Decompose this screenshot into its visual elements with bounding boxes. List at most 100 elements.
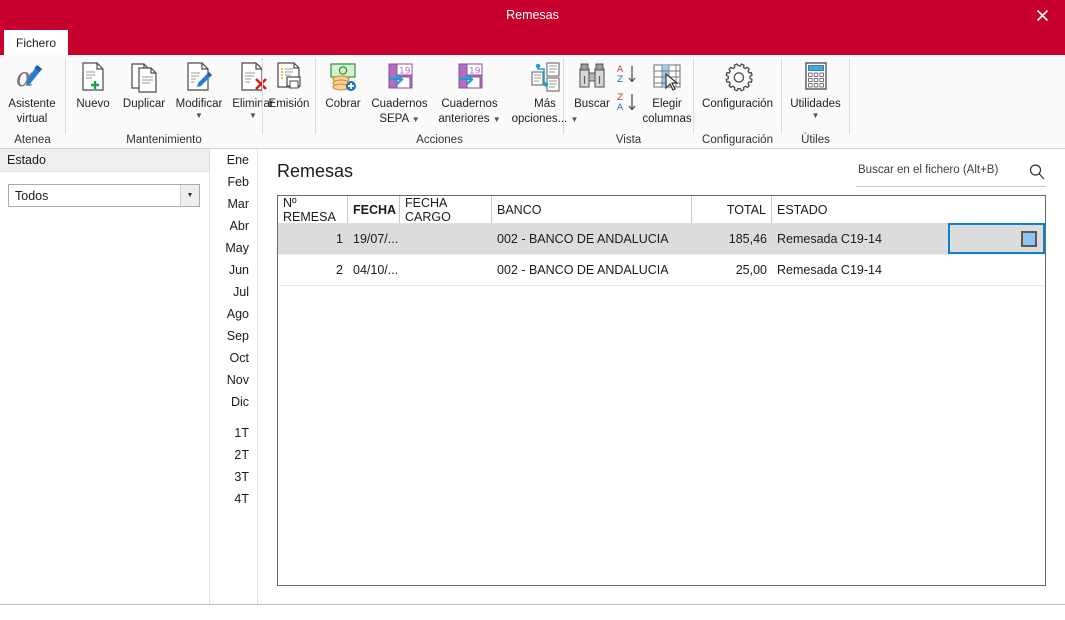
period-month-oct[interactable]: Oct xyxy=(210,351,249,365)
period-filter-column: Ene Feb Mar Abr May Jun Jul Ago Sep Oct Nov Dic 1T 2T… xyxy=(210,149,258,604)
title-bar: Remesas xyxy=(0,0,1065,30)
ribbon-button-buscar[interactable]: Buscar xyxy=(568,58,616,111)
search-box[interactable]: Buscar en el fichero (Alt+B) xyxy=(856,162,1046,187)
row-action-button[interactable] xyxy=(1021,230,1037,247)
table-header-fecha[interactable]: FECHA xyxy=(348,196,400,223)
table-row[interactable]: 1 19/07/... 002 - BANCO DE ANDALUCIA 185,46… xyxy=(278,223,1045,255)
ribbon-group-atenea-label: Atenea xyxy=(14,134,51,146)
table-header-estado[interactable]: ESTADO xyxy=(772,196,1045,223)
ribbon-button-nuevo[interactable]: Nuevo xyxy=(69,58,117,111)
table-cell-banco[interactable]: 002 - BANCO DE ANDALUCIA xyxy=(492,254,692,285)
period-month-may[interactable]: May xyxy=(210,241,249,255)
ribbon-button-cuadernos-anteriores-label: Cuadernos xyxy=(441,98,498,110)
ribbon-button-utilidades[interactable]: Utilidades ▼ xyxy=(782,58,849,120)
ribbon-group-atenea: α Asistente virtual Atenea xyxy=(0,55,66,148)
table-cell-fecha_cargo[interactable] xyxy=(400,223,492,254)
ribbon-group-acciones-label: Acciones xyxy=(416,134,463,146)
table-cell-banco[interactable]: 002 - BANCO DE ANDALUCIA xyxy=(492,223,692,254)
table-cell-total[interactable]: 185,46 xyxy=(692,223,772,254)
chevron-down-icon[interactable]: ▼ xyxy=(171,111,227,120)
table-row[interactable]: 2 04/10/... 002 - BANCO DE ANDALUCIA 25,00 R… xyxy=(278,254,1045,286)
table-header-total[interactable]: TOTAL xyxy=(692,196,772,223)
table-header-fecha_cargo[interactable]: FECHA CARGO xyxy=(400,195,492,224)
ribbon-button-asistente-virtual-label2: virtual xyxy=(16,113,48,125)
period-month-ene[interactable]: Ene xyxy=(210,153,249,167)
table-header-banco[interactable]: BANCO xyxy=(492,196,692,223)
ribbon-group-mantenimiento: Nuevo Duplicar Modificar ▼ Eliminar ▼ Ma… xyxy=(66,55,274,148)
period-month-dic[interactable]: Dic xyxy=(210,395,249,409)
table-cell-fecha[interactable]: 19/07/... xyxy=(348,223,400,254)
ribbon-button-duplicar[interactable]: Duplicar xyxy=(117,58,171,111)
ribbon-button-elegir-columnas[interactable]: Elegir columnas xyxy=(639,58,695,126)
ribbon-button-emision[interactable]: Emisión xyxy=(263,58,315,111)
period-month-feb[interactable]: Feb xyxy=(210,175,249,189)
left-panel-header-label: Estado xyxy=(7,153,46,167)
table-cell-num[interactable]: 2 xyxy=(278,254,348,285)
close-window-button[interactable] xyxy=(1019,0,1065,30)
chevron-down-icon[interactable]: ▼ xyxy=(180,185,199,206)
svg-text:Z: Z xyxy=(617,75,623,85)
ribbon-group-utiles-label: Útiles xyxy=(801,134,830,146)
ribbon-button-elegir-columnas-label: Elegir xyxy=(652,98,682,110)
table-cell-total[interactable]: 25,00 xyxy=(692,254,772,285)
period-quarter-3t[interactable]: 3T xyxy=(210,470,249,484)
period-month-mar[interactable]: Mar xyxy=(210,197,249,211)
ribbon-tab-strip: Fichero xyxy=(0,30,1065,55)
ribbon-button-elegir-columnas-label2: columnas xyxy=(642,113,692,125)
table-header-fecha_cargo-label: FECHA CARGO xyxy=(405,195,451,224)
anteriores-text: anteriores xyxy=(438,113,490,125)
table-cell-fecha[interactable]: 04/10/... xyxy=(348,254,400,285)
ribbon-button-cuadernos-anteriores-label2: anteriores ▼ xyxy=(432,111,507,126)
ribbon-button-sort-az[interactable]: A Z xyxy=(616,63,638,85)
period-month-ago[interactable]: Ago xyxy=(210,307,249,321)
ribbon-button-modificar[interactable]: Modificar ▼ xyxy=(171,58,227,120)
document-plus-icon xyxy=(69,58,117,96)
chevron-down-icon[interactable]: ▼ xyxy=(782,111,849,120)
period-quarter-1t[interactable]: 1T xyxy=(210,426,249,440)
ribbon-button-emision-label: Emisión xyxy=(268,98,310,110)
main-content: Remesas Buscar en el fichero (Alt+B) Nº … xyxy=(258,149,1065,604)
ribbon-group-acciones: Cobrar 19 Cuadernos SEPA ▼ 19 Cuadernos … xyxy=(316,55,578,148)
page-title: Remesas xyxy=(277,161,354,181)
sepa-text: SEPA xyxy=(379,113,409,125)
table-cell-fecha_cargo[interactable] xyxy=(400,254,492,285)
document-pencil-icon xyxy=(171,58,227,96)
ribbon-button-cobrar-label: Cobrar xyxy=(325,98,361,110)
period-month-nov[interactable]: Nov xyxy=(210,373,249,387)
period-month-jul[interactable]: Jul xyxy=(210,285,249,299)
remesas-table: Nº REMESA FECHA FECHA CARGO BANCO TOTAL ESTAD… xyxy=(277,195,1046,586)
notebook-19-arrow-icon: 19 xyxy=(367,58,432,96)
svg-text:A: A xyxy=(617,103,624,113)
ribbon-button-asistente-virtual[interactable]: α Asistente virtual xyxy=(0,58,64,126)
money-coins-icon xyxy=(319,58,367,96)
search-icon[interactable] xyxy=(1028,163,1046,181)
ribbon-group-utiles: Utilidades ▼ Útiles xyxy=(782,55,850,148)
estado-filter-value: Todos xyxy=(15,188,49,203)
estado-filter-select[interactable]: Todos ▼ xyxy=(8,184,200,207)
tab-fichero[interactable]: Fichero xyxy=(4,30,68,55)
ribbon-group-emision: Emisión xyxy=(263,55,316,148)
chevron-down-icon[interactable]: ▼ xyxy=(412,115,420,124)
ribbon-button-cuadernos-sepa-label2: SEPA ▼ xyxy=(367,111,432,126)
ribbon-button-configuracion[interactable]: Configuración xyxy=(694,58,781,111)
table-cell-num[interactable]: 1 xyxy=(278,223,348,254)
ribbon-button-sort-za[interactable]: Z A xyxy=(616,91,638,113)
period-month-jun[interactable]: Jun xyxy=(210,263,249,277)
table-header-num[interactable]: Nº REMESA xyxy=(278,196,348,224)
table-cell-estado[interactable]: Remesada C19-14 xyxy=(772,254,1045,285)
table-columns-cursor-icon xyxy=(639,58,695,96)
ribbon: α Asistente virtual Atenea Nuevo Duplica… xyxy=(0,55,1065,149)
period-quarter-4t[interactable]: 4T xyxy=(210,492,249,506)
period-month-abr[interactable]: Abr xyxy=(210,219,249,233)
table-header-estado-label: ESTADO xyxy=(777,202,828,217)
period-month-sep[interactable]: Sep xyxy=(210,329,249,343)
ribbon-group-vista-label: Vista xyxy=(615,134,642,146)
focused-cell[interactable] xyxy=(948,223,1045,254)
ribbon-button-cuadernos-anteriores[interactable]: 19 Cuadernos anteriores ▼ xyxy=(432,58,507,126)
application-window: Remesas Fichero α Asistente virtual Aten… xyxy=(0,0,1065,620)
tab-fichero-label: Fichero xyxy=(15,35,56,50)
period-quarter-2t[interactable]: 2T xyxy=(210,448,249,462)
ribbon-button-cobrar[interactable]: Cobrar xyxy=(319,58,367,111)
chevron-down-icon[interactable]: ▼ xyxy=(493,115,501,124)
ribbon-button-cuadernos-sepa[interactable]: 19 Cuadernos SEPA ▼ xyxy=(367,58,432,126)
